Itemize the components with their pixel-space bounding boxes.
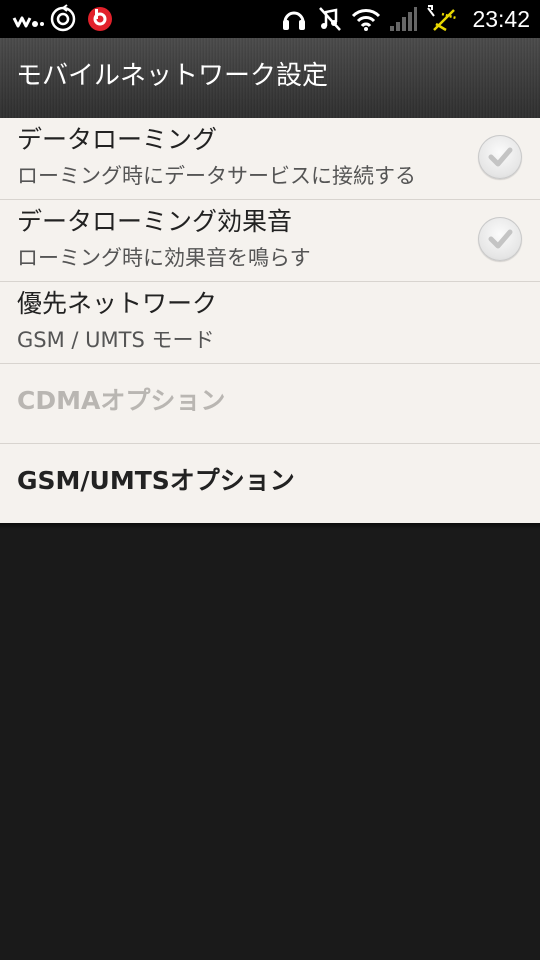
- sync-icon: [50, 4, 76, 32]
- gsm-umts-options-title: GSM/UMTSオプション: [17, 466, 295, 495]
- cdma-options-title: CDMAオプション: [17, 386, 226, 415]
- cdma-options-item: CDMAオプション: [0, 364, 540, 444]
- headset-icon: [283, 11, 305, 30]
- status-time: 23:42: [472, 6, 530, 32]
- signal-icon: [390, 7, 417, 31]
- gsm-umts-options-item[interactable]: GSM/UMTSオプション: [0, 444, 540, 523]
- data-roaming-checkbox[interactable]: [478, 135, 522, 179]
- wifi-icon: [351, 9, 381, 31]
- usb-debug-icon: [427, 5, 457, 32]
- data-roaming-sound-checkbox[interactable]: [478, 217, 522, 261]
- data-roaming-summary: ローミング時にデータサービスに接続する: [17, 164, 416, 188]
- settings-list: データローミング ローミング時にデータサービスに接続する データローミング効果音…: [0, 118, 540, 523]
- mute-icon: [319, 7, 341, 31]
- data-roaming-item[interactable]: データローミング ローミング時にデータサービスに接続する: [0, 118, 540, 200]
- preferred-network-item[interactable]: 優先ネットワーク GSM / UMTS モード: [0, 282, 540, 364]
- data-roaming-title: データローミング: [17, 125, 218, 154]
- data-roaming-sound-item[interactable]: データローミング効果音 ローミング時に効果音を鳴らす: [0, 200, 540, 282]
- preferred-network-summary: GSM / UMTS モード: [17, 328, 215, 352]
- page-title: モバイルネットワーク設定: [16, 61, 329, 91]
- preferred-network-title: 優先ネットワーク: [17, 289, 218, 318]
- check-icon: [488, 147, 513, 167]
- title-bar: モバイルネットワーク設定: [0, 38, 540, 119]
- check-icon: [488, 229, 513, 249]
- data-roaming-sound-title: データローミング効果音: [17, 207, 293, 236]
- status-bar: 23:42: [0, 0, 540, 38]
- list-shadow: [0, 523, 540, 529]
- data-roaming-sound-summary: ローミング時に効果音を鳴らす: [17, 246, 311, 270]
- walkman-icon: [12, 16, 44, 28]
- beats-icon: [88, 7, 112, 31]
